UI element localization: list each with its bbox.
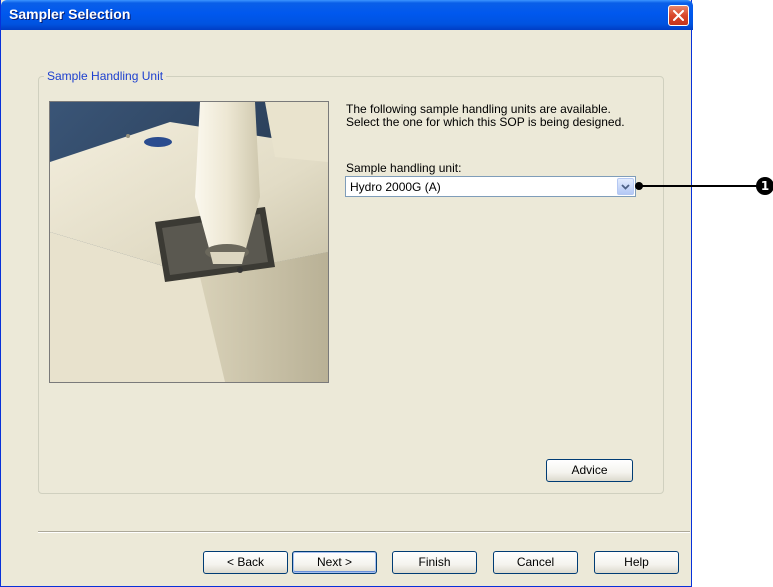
group-legend: Sample Handling Unit <box>44 69 167 83</box>
chevron-down-icon <box>621 184 630 190</box>
button-separator <box>38 531 690 533</box>
sampler-photo <box>49 101 329 383</box>
callout-badge: 1 <box>756 177 773 195</box>
help-button[interactable]: Help <box>594 551 679 574</box>
window-title: Sampler Selection <box>9 6 131 22</box>
selected-value: Hydro 2000G (A) <box>350 180 441 194</box>
next-button[interactable]: Next > <box>292 551 377 574</box>
intro-text: The following sample handling units are … <box>346 103 666 129</box>
close-button[interactable] <box>668 5 689 26</box>
close-icon <box>673 10 684 21</box>
sample-handling-unit-label: Sample handling unit: <box>346 161 462 175</box>
callout-line <box>640 185 758 187</box>
cancel-button[interactable]: Cancel <box>493 551 578 574</box>
sample-handling-unit-select[interactable]: Hydro 2000G (A) <box>345 176 636 197</box>
intro-line-2: Select the one for which this SOP is bei… <box>346 115 625 129</box>
finish-button[interactable]: Finish <box>392 551 477 574</box>
back-button[interactable]: < Back <box>203 551 288 574</box>
dialog-window: Sampler Selection Sample Handling Unit T… <box>0 0 693 587</box>
dropdown-button[interactable] <box>617 178 634 195</box>
callout-dot <box>635 182 643 190</box>
title-bar[interactable]: Sampler Selection <box>1 0 693 30</box>
advice-button[interactable]: Advice <box>546 459 633 482</box>
